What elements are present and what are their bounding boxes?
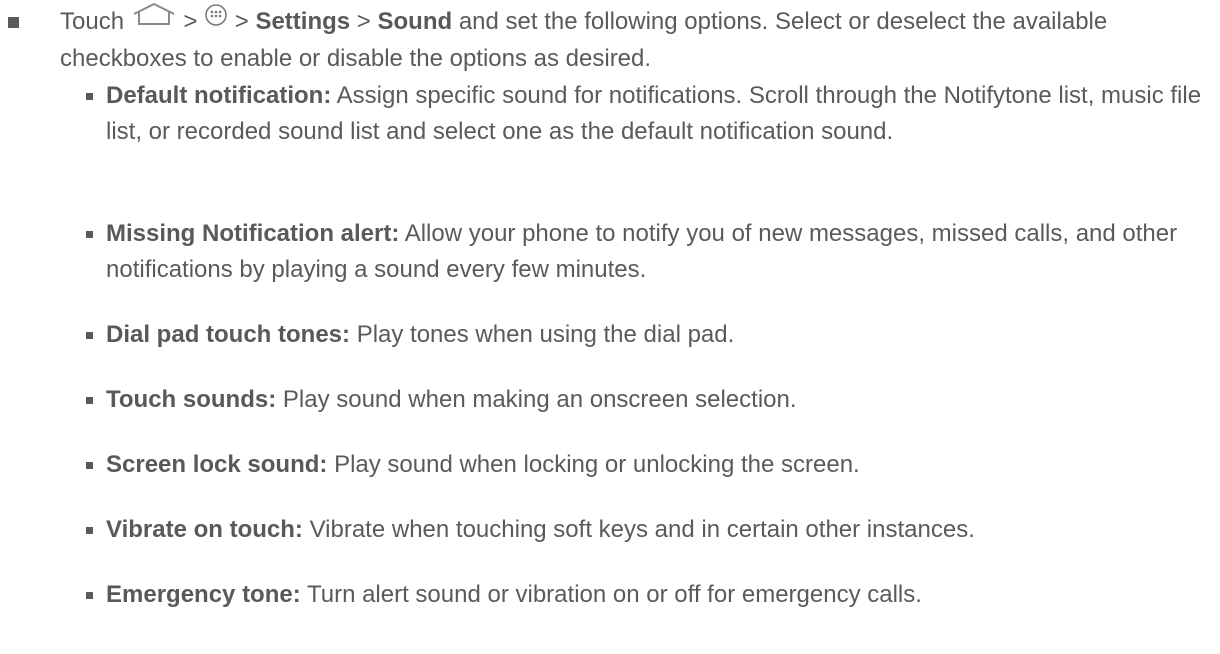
option-desc: Play tones when using the dial pad. (356, 321, 735, 348)
list-bullet (86, 397, 93, 404)
option-term: Vibrate on touch: (106, 516, 303, 543)
touch-word: Touch (60, 8, 125, 35)
option-text: Missing Notification alert: Allow your p… (106, 216, 1206, 288)
home-icon (131, 1, 177, 38)
option-term: Emergency tone: (106, 581, 301, 608)
list-bullet (86, 332, 93, 339)
square-bullet (8, 17, 19, 28)
option-text: Screen lock sound: Play sound when locki… (106, 447, 1206, 483)
separator: > (183, 8, 198, 35)
option-desc: Play sound when making an onscreen selec… (282, 386, 797, 413)
apps-icon (204, 2, 228, 38)
list-bullet (86, 527, 93, 534)
option-desc: Turn alert sound or vibration on or off … (306, 581, 922, 608)
option-text: Dial pad touch tones: Play tones when us… (106, 317, 1206, 353)
settings-label: Settings (255, 8, 351, 35)
list-bullet (86, 93, 93, 100)
option-text: Vibrate on touch: Vibrate when touching … (106, 512, 1206, 548)
separator: > (356, 8, 371, 35)
sound-label: Sound (377, 8, 453, 35)
option-desc: Vibrate when touching soft keys and in c… (309, 516, 975, 543)
list-bullet (86, 592, 93, 599)
separator: > (234, 8, 249, 35)
option-term: Missing Notification alert: (106, 220, 400, 247)
list-bullet (86, 231, 93, 238)
option-term: Dial pad touch tones: (106, 321, 351, 348)
option-term: Screen lock sound: (106, 451, 328, 478)
option-term: Touch sounds: (106, 386, 277, 413)
option-text: Emergency tone: Turn alert sound or vibr… (106, 577, 1206, 613)
option-text: Touch sounds: Play sound when making an … (106, 382, 1206, 418)
option-desc: Play sound when locking or unlocking the… (334, 451, 860, 478)
option-term: Default notification: (106, 82, 332, 109)
instruction-text: Touch > > Settings > Sound and set the f… (60, 1, 1200, 77)
option-text: Default notification: Assign specific so… (106, 78, 1206, 150)
list-bullet (86, 462, 93, 469)
